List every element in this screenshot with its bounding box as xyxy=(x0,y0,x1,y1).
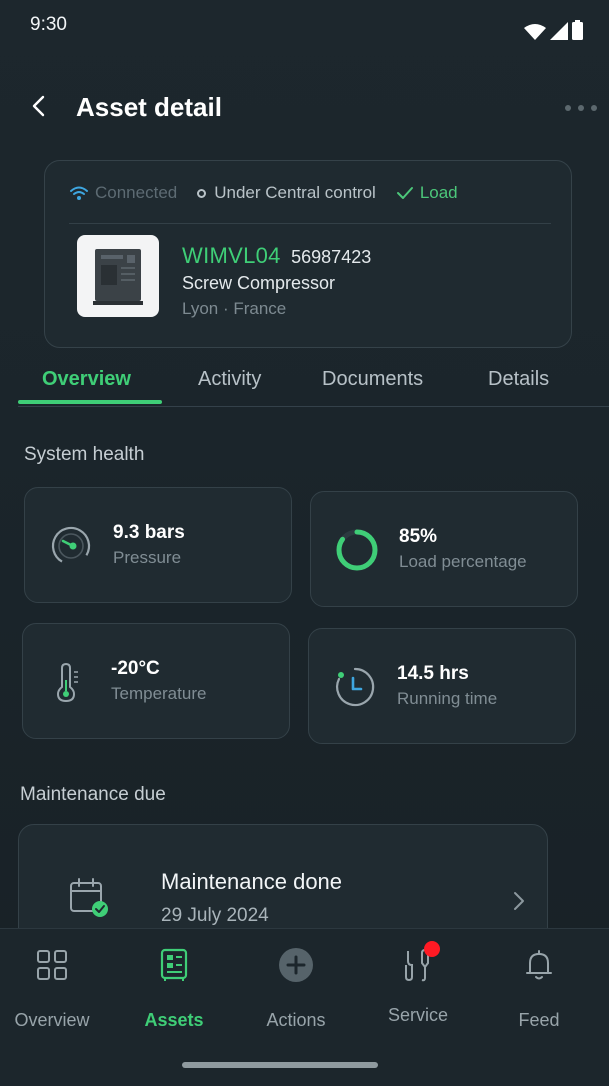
load-status: Load xyxy=(396,183,458,203)
app-header: Asset detail xyxy=(0,82,609,138)
maintenance-heading: Maintenance due xyxy=(20,784,166,805)
asset-info: WIMVL04 56987423 Screw Compressor Lyon ·… xyxy=(182,243,371,319)
maintenance-title: Maintenance done xyxy=(161,869,343,894)
active-tab-indicator xyxy=(18,400,162,404)
tab-activity[interactable]: Activity xyxy=(198,368,261,391)
calendar-check-icon xyxy=(70,878,108,917)
assets-icon xyxy=(160,948,188,981)
tab-documents[interactable]: Documents xyxy=(322,368,423,391)
home-indicator[interactable] xyxy=(182,1062,378,1068)
bell-icon xyxy=(526,950,552,980)
nav-actions[interactable]: Actions xyxy=(236,947,356,1031)
status-icons xyxy=(524,20,583,40)
cell-signal-icon xyxy=(550,22,568,40)
load-value: 85% xyxy=(399,526,438,547)
asset-location: Lyon · France xyxy=(182,299,287,318)
maintenance-date: 29 July 2024 xyxy=(161,905,269,926)
temperature-card[interactable]: -20°C Temperature xyxy=(22,623,290,739)
service-icon-wrap xyxy=(400,941,440,983)
compressor-image xyxy=(77,235,159,317)
nav-actions-label: Actions xyxy=(266,1010,326,1030)
load-percentage-label: Load percentage xyxy=(399,552,527,571)
control-label: Under Central control xyxy=(214,183,376,202)
gauge-icon xyxy=(51,526,91,566)
nav-assets-label: Assets xyxy=(144,1010,204,1030)
status-time: 9:30 xyxy=(30,14,67,35)
asset-type: Screw Compressor xyxy=(182,273,336,293)
connection-status: Connected xyxy=(69,183,177,203)
progress-ring-icon xyxy=(336,529,378,571)
card-divider xyxy=(69,223,551,224)
nav-service-label: Service xyxy=(387,1005,449,1025)
plus-circle-icon xyxy=(279,948,313,982)
nav-feed-label: Feed xyxy=(518,1010,560,1030)
pressure-value: 9.3 bars xyxy=(113,522,185,543)
page-title: Asset detail xyxy=(76,92,222,122)
running-time-label: Running time xyxy=(397,689,498,708)
compressor-icon xyxy=(93,249,143,305)
asset-name: WIMVL04 xyxy=(182,243,281,268)
asset-detail-screen: 9:30 Asset detail Connected Under Centra… xyxy=(0,0,609,1086)
battery-icon xyxy=(572,20,583,40)
chevron-right-icon xyxy=(514,892,524,910)
nav-assets[interactable]: Assets xyxy=(114,947,234,1031)
tab-details[interactable]: Details xyxy=(488,368,549,391)
clock-icon xyxy=(336,667,375,707)
back-arrow-icon[interactable] xyxy=(28,94,52,118)
asset-serial: 56987423 xyxy=(291,247,372,267)
pressure-card[interactable]: 9.3 bars Pressure xyxy=(24,487,292,603)
running-time-value: 14.5 hrs xyxy=(397,663,469,684)
load-percentage-card[interactable]: 85% Load percentage xyxy=(310,491,578,607)
grid-icon xyxy=(37,950,67,980)
asset-status-row: Connected Under Central control Load xyxy=(69,183,478,203)
status-bar: 9:30 xyxy=(0,0,609,52)
wifi-icon xyxy=(70,186,88,200)
thermometer-icon xyxy=(56,662,78,703)
nav-service[interactable]: Service xyxy=(358,941,478,1026)
temperature-value: -20°C xyxy=(111,658,160,679)
connection-label: Connected xyxy=(95,183,178,202)
check-icon xyxy=(396,187,413,199)
nav-overview-label: Overview xyxy=(14,1010,90,1030)
service-notification-badge xyxy=(424,941,440,957)
nav-overview[interactable]: Overview xyxy=(0,947,112,1031)
more-options-icon[interactable] xyxy=(563,100,599,116)
system-health-heading: System health xyxy=(24,444,145,465)
control-dot-icon xyxy=(197,188,207,198)
running-time-card[interactable]: 14.5 hrs Running time xyxy=(308,628,576,744)
nav-feed[interactable]: Feed xyxy=(479,947,599,1031)
control-status: Under Central control xyxy=(197,183,376,203)
tab-overview[interactable]: Overview xyxy=(42,368,131,391)
asset-summary-card: Connected Under Central control Load WIM… xyxy=(44,160,572,348)
pressure-label: Pressure xyxy=(113,548,182,567)
wifi-signal-icon xyxy=(524,24,546,40)
load-label: Load xyxy=(419,183,458,202)
asset-tabs: Overview Activity Documents Details xyxy=(18,358,609,407)
temperature-label: Temperature xyxy=(111,684,207,703)
